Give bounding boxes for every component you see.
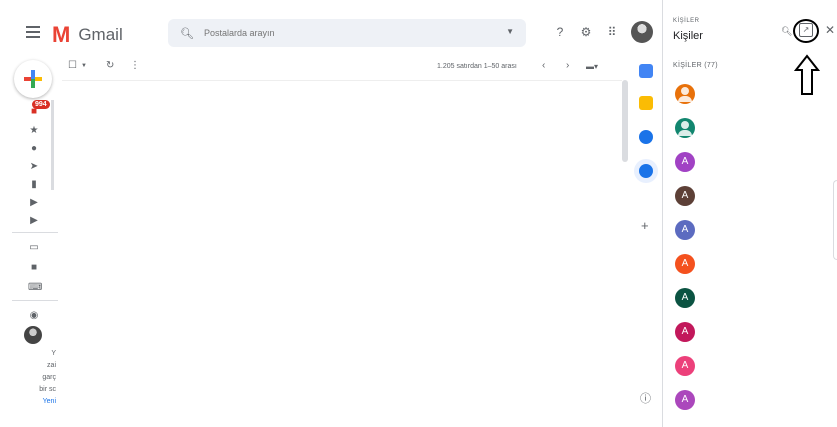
contacts-icon[interactable] — [639, 164, 653, 178]
contact-avatar[interactable] — [675, 118, 695, 138]
drafts-icon[interactable]: ▮ — [28, 179, 40, 191]
meet-new-icon[interactable]: ▭ — [28, 242, 40, 254]
panel-title: Kişiler — [673, 30, 703, 42]
select-all-checkbox[interactable]: ☐ — [68, 60, 77, 71]
main-scrollbar[interactable] — [622, 80, 628, 162]
contact-avatar[interactable]: A — [675, 254, 695, 274]
app-name: Gmail — [78, 25, 123, 44]
addons-panel: + ⓘ — [630, 60, 662, 427]
help-icon[interactable]: ? — [552, 24, 568, 40]
search-bar[interactable]: 🔍︎ ▼ — [168, 19, 526, 47]
select-menu-icon[interactable]: ▼ — [81, 63, 87, 69]
contact-initial: A — [681, 326, 689, 337]
account-avatar[interactable] — [631, 21, 653, 43]
hangouts-icon[interactable]: ◉ — [28, 310, 40, 322]
more-options-icon[interactable]: ⋮ — [130, 60, 140, 71]
open-in-new-tab-icon[interactable]: ↗ — [799, 23, 813, 37]
contact-avatar[interactable]: A — [675, 186, 695, 206]
inbox-unread-badge: 994 — [32, 100, 50, 109]
contact-initial: A — [681, 224, 689, 235]
mail-toolbar: ☐ ▼ ↻ ⋮ 1.205 satırdan 1–50 arası ‹ › ▬▾ — [62, 60, 622, 80]
search-icon[interactable]: 🔍︎ — [180, 27, 194, 40]
contact-avatar[interactable]: A — [675, 322, 695, 342]
contact-initial: A — [681, 394, 689, 405]
contact-initial: A — [681, 360, 689, 371]
input-tools-icon[interactable]: ▬▾ — [586, 62, 598, 71]
panel-edge-tab[interactable] — [833, 180, 837, 260]
compose-button[interactable] — [14, 60, 52, 98]
keyboard-icon[interactable]: ⌨ — [28, 282, 42, 294]
contact-avatar[interactable]: A — [675, 152, 695, 172]
snoozed-icon[interactable]: ● — [28, 143, 40, 155]
top-bar: M Gmail 🔍︎ ▼ ? ⚙ ⠿ — [0, 0, 662, 66]
gmail-logo[interactable]: M Gmail — [52, 22, 123, 48]
main-menu-icon[interactable] — [26, 26, 40, 38]
contact-avatar[interactable] — [675, 84, 695, 104]
contact-avatar[interactable]: A — [675, 220, 695, 240]
info-icon[interactable]: ⓘ — [640, 390, 651, 406]
apps-grid-icon[interactable]: ⠿ — [604, 24, 620, 40]
contact-initial: A — [681, 258, 689, 269]
get-addons-icon[interactable]: + — [641, 218, 649, 233]
label-icon[interactable]: ▶ — [28, 215, 40, 227]
contact-initial: A — [681, 190, 689, 201]
contact-initial: A — [681, 156, 689, 167]
hint-new-link[interactable]: Yeni — [28, 398, 56, 405]
sent-icon[interactable]: ➤ — [28, 161, 40, 173]
tasks-icon[interactable] — [639, 130, 653, 144]
contacts-panel: KİŞİLER Kişiler 🔍︎ ↗ ✕ KİŞİLER (77) A A A A… — [662, 0, 837, 427]
gmail-m-icon: M — [52, 22, 70, 47]
panel-subtitle: KİŞİLER — [673, 18, 700, 24]
hangouts-avatar[interactable] — [24, 326, 42, 344]
contact-avatar[interactable]: A — [675, 356, 695, 376]
search-input[interactable] — [203, 28, 484, 38]
meet-video-icon[interactable]: ■ — [28, 262, 40, 274]
up-arrow-icon — [794, 54, 820, 95]
contact-initial: A — [681, 292, 689, 303]
settings-icon[interactable]: ⚙ — [578, 24, 594, 40]
close-icon[interactable]: ✕ — [825, 23, 835, 37]
pagination-text: 1.205 satırdan 1–50 arası — [437, 63, 517, 70]
label-icon[interactable]: ▶ — [28, 197, 40, 209]
contacts-count: KİŞİLER (77) — [673, 62, 718, 69]
calendar-icon[interactable] — [639, 64, 653, 78]
nav-scrollbar[interactable] — [51, 100, 54, 190]
hint-line: zai — [47, 362, 56, 369]
prev-page-icon[interactable]: ‹ — [542, 60, 545, 71]
contact-avatar[interactable]: A — [675, 390, 695, 410]
starred-icon[interactable]: ★ — [28, 125, 40, 137]
hint-line: Y — [51, 350, 56, 357]
refresh-icon[interactable]: ↻ — [106, 60, 114, 71]
keep-icon[interactable] — [639, 96, 653, 110]
search-options-icon[interactable]: ▼ — [506, 27, 514, 36]
contacts-search-icon[interactable]: 🔍︎ — [781, 26, 792, 37]
hint-line: bir sc — [39, 386, 56, 393]
hint-line: garç — [42, 374, 56, 381]
next-page-icon[interactable]: › — [566, 60, 569, 71]
contact-avatar[interactable]: A — [675, 288, 695, 308]
